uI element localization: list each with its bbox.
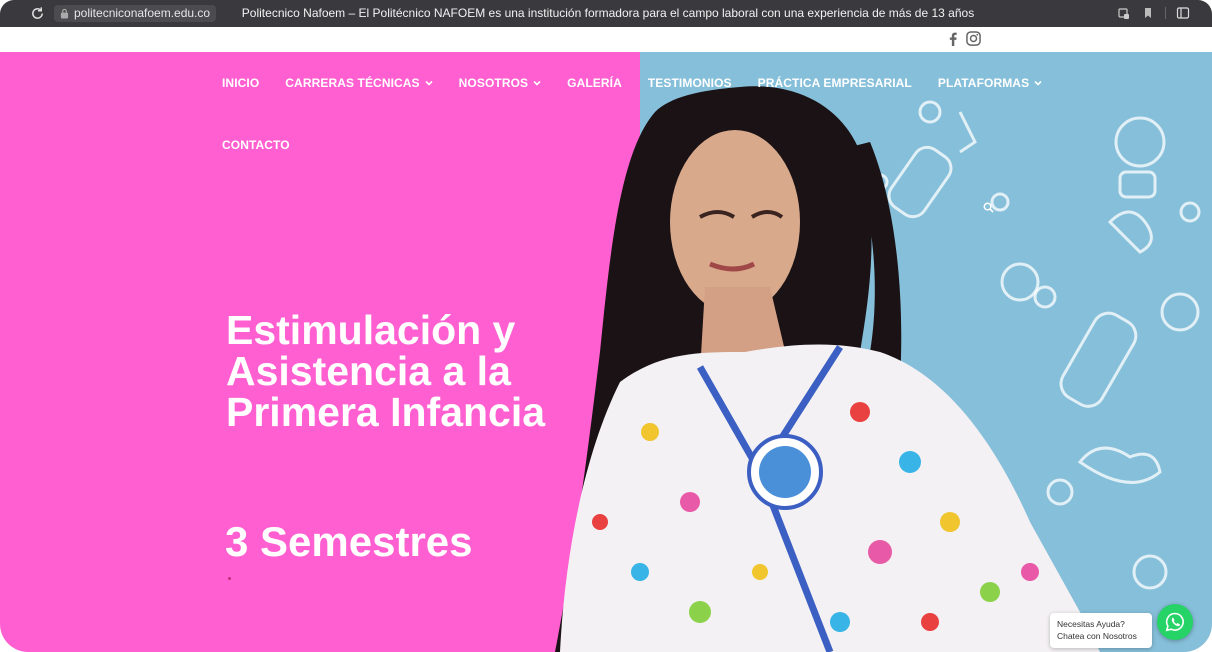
chat-prompt[interactable]: Necesitas Ayuda? Chatea con Nosotros — [1050, 613, 1152, 648]
nav-label: INICIO — [222, 76, 260, 90]
browser-toolbar: politecniconafoem.edu.co Politecnico Naf… — [0, 0, 1212, 27]
whatsapp-button[interactable] — [1157, 604, 1193, 640]
sidebar-icon[interactable] — [1176, 6, 1190, 20]
nav-item-testimonios[interactable]: TESTIMONIOS — [648, 76, 732, 90]
toolbar-divider — [1165, 7, 1166, 19]
chevron-down-icon — [533, 80, 541, 86]
nav-label: NOSOTROS — [458, 76, 529, 90]
url-text: politecniconafoem.edu.co — [74, 6, 211, 20]
hero-title-line: Asistencia a la — [226, 348, 511, 394]
social-links — [948, 31, 981, 46]
nav-label: PLATAFORMAS — [937, 76, 1030, 90]
instagram-icon[interactable] — [966, 31, 981, 46]
nav-item-galeria[interactable]: GALERÍA — [567, 76, 622, 90]
nav-item-nosotros[interactable]: NOSOTROS — [459, 76, 541, 90]
whatsapp-icon — [1165, 612, 1184, 632]
nav-label: PRÁCTICA EMPRESARIAL — [757, 76, 912, 90]
lock-icon — [60, 8, 69, 19]
nav-item-contacto[interactable]: CONTACTO — [222, 138, 290, 152]
nav-label: GALERÍA — [567, 76, 622, 90]
search-icon[interactable] — [983, 202, 994, 213]
hero-title-line: Primera Infancia — [226, 389, 546, 435]
nav-label: TESTIMONIOS — [647, 76, 732, 90]
main-nav: INICIO CARRERAS TÉCNICAS NOSOTROS GALERÍ… — [222, 76, 1042, 152]
nav-label: CARRERAS TÉCNICAS — [285, 76, 420, 90]
hero-title-line: Estimulación y — [226, 307, 516, 353]
facebook-icon[interactable] — [948, 32, 958, 46]
slider-dot[interactable] — [228, 577, 231, 580]
face — [670, 130, 800, 314]
extension-icon[interactable] — [1117, 6, 1131, 20]
hero-title: Estimulación y Asistencia a la Primera I… — [226, 310, 646, 433]
bookmark-icon[interactable] — [1141, 6, 1155, 20]
nav-label: CONTACTO — [222, 138, 290, 152]
nav-item-practica[interactable]: PRÁCTICA EMPRESARIAL — [758, 76, 912, 90]
hero-banner: INICIO CARRERAS TÉCNICAS NOSOTROS GALERÍ… — [0, 52, 1212, 652]
nav-item-carreras[interactable]: CARRERAS TÉCNICAS — [285, 76, 433, 90]
chevron-down-icon — [425, 80, 433, 86]
hero-subtitle: 3 Semestres — [225, 518, 473, 565]
page-title: Politecnico Nafoem – El Politécnico NAFO… — [241, 6, 975, 20]
nav-item-plataformas[interactable]: PLATAFORMAS — [938, 76, 1042, 90]
address-bar[interactable]: politecniconafoem.edu.co — [54, 5, 217, 22]
chevron-down-icon — [1034, 80, 1042, 86]
nav-item-inicio[interactable]: INICIO — [222, 76, 259, 90]
top-strip — [0, 27, 1212, 52]
reload-icon[interactable] — [30, 6, 45, 21]
